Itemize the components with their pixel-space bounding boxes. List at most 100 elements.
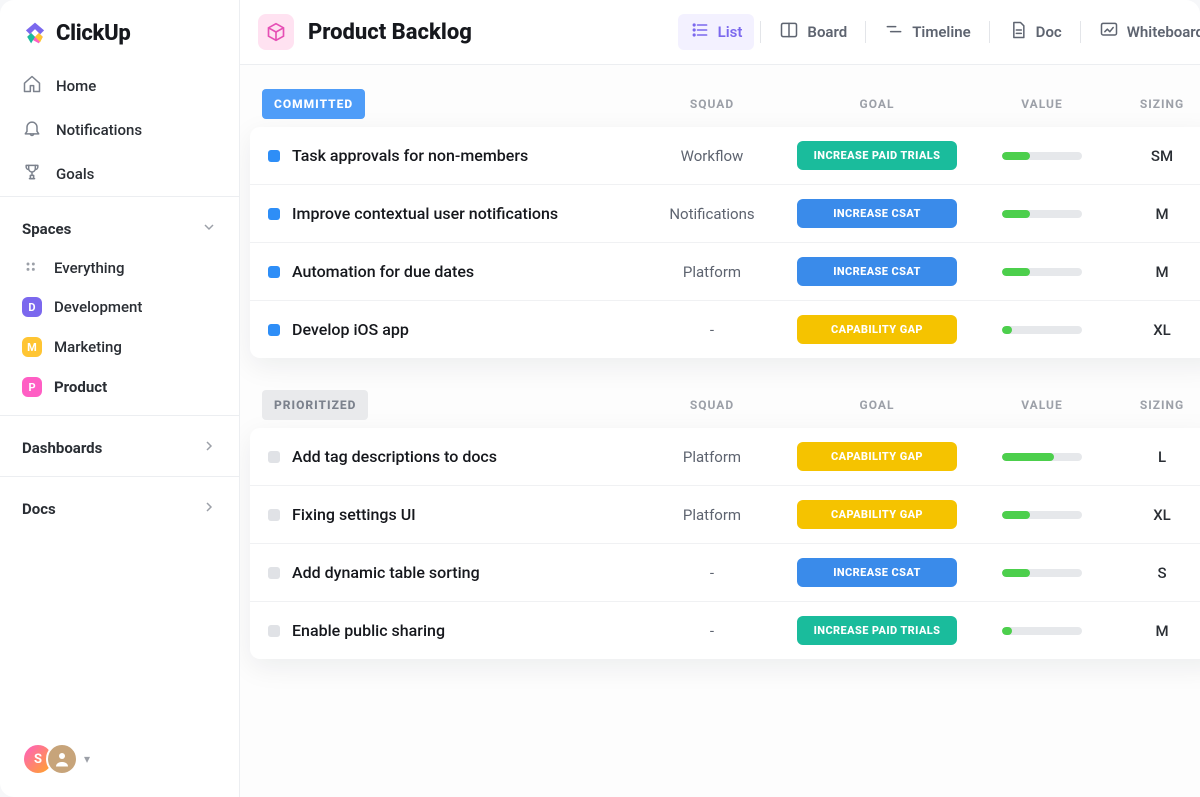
task-row[interactable]: Task approvals for non-members Workflow … <box>250 127 1200 185</box>
goal-badge[interactable]: CAPABILITY GAP <box>797 315 957 344</box>
chevron-right-icon <box>201 499 217 519</box>
caret-down-icon: ▾ <box>84 752 90 766</box>
space-label: Product <box>54 378 107 396</box>
sidebar: ClickUp Home Notifications Goals Spaces Ev… <box>0 0 240 797</box>
col-sizing: SIZING <box>1112 398 1200 412</box>
status-square-icon[interactable] <box>268 509 280 521</box>
nav-label: Home <box>56 77 96 95</box>
view-timeline[interactable]: Timeline <box>872 14 982 50</box>
space-badge: D <box>22 297 42 317</box>
task-size: XL <box>1112 321 1200 339</box>
space-label: Marketing <box>54 338 122 356</box>
task-title: Add tag descriptions to docs <box>292 447 497 466</box>
task-title: Automation for due dates <box>292 262 474 281</box>
task-squad: - <box>642 321 782 339</box>
task-row[interactable]: Add tag descriptions to docs Platform CA… <box>250 428 1200 486</box>
space-badge: M <box>22 337 42 357</box>
space-label: Development <box>54 298 142 316</box>
task-title: Task approvals for non-members <box>292 146 528 165</box>
view-whiteboard[interactable]: Whiteboard <box>1087 14 1200 50</box>
task-size: M <box>1112 622 1200 640</box>
status-square-icon[interactable] <box>268 266 280 278</box>
trophy-icon <box>22 162 42 186</box>
task-title: Enable public sharing <box>292 621 445 640</box>
view-board[interactable]: Board <box>767 14 859 50</box>
task-squad: Notifications <box>642 205 782 223</box>
value-bar <box>972 326 1112 334</box>
space-icon <box>258 14 294 50</box>
spaces-label: Spaces <box>22 220 71 238</box>
group-tag[interactable]: COMMITTED <box>262 89 365 119</box>
task-row[interactable]: Add dynamic table sorting - INCREASE CSA… <box>250 544 1200 602</box>
task-row[interactable]: Fixing settings UI Platform CAPABILITY G… <box>250 486 1200 544</box>
task-title: Develop iOS app <box>292 320 409 339</box>
task-title: Improve contextual user notifications <box>292 204 558 223</box>
view-label: List <box>718 23 743 41</box>
space-product[interactable]: P Product <box>0 367 239 407</box>
goal-badge[interactable]: INCREASE PAID TRIALS <box>797 616 957 645</box>
view-label: Whiteboard <box>1127 23 1200 41</box>
chevron-right-icon <box>201 438 217 458</box>
task-size: S <box>1112 564 1200 582</box>
nav-goals[interactable]: Goals <box>0 152 239 196</box>
task-row[interactable]: Develop iOS app - CAPABILITY GAP XL <box>250 301 1200 358</box>
nav-label: Goals <box>56 165 94 183</box>
bell-icon <box>22 118 42 142</box>
task-squad: Platform <box>642 263 782 281</box>
goal-badge[interactable]: CAPABILITY GAP <box>797 442 957 471</box>
nav-home[interactable]: Home <box>0 64 239 108</box>
task-row[interactable]: Improve contextual user notifications No… <box>250 185 1200 243</box>
task-size: XL <box>1112 506 1200 524</box>
task-size: M <box>1112 205 1200 223</box>
task-row[interactable]: Enable public sharing - INCREASE PAID TR… <box>250 602 1200 659</box>
brand[interactable]: ClickUp <box>0 0 239 64</box>
nav-notifications[interactable]: Notifications <box>0 108 239 152</box>
docs-header[interactable]: Docs <box>0 489 239 529</box>
col-squad: SQUAD <box>642 97 782 111</box>
dashboards-header[interactable]: Dashboards <box>0 428 239 468</box>
task-squad: Platform <box>642 506 782 524</box>
home-icon <box>22 74 42 98</box>
view-label: Timeline <box>912 23 970 41</box>
status-square-icon[interactable] <box>268 451 280 463</box>
col-goal: GOAL <box>782 97 972 111</box>
view-list[interactable]: List <box>678 14 755 50</box>
view-doc[interactable]: Doc <box>996 14 1074 50</box>
view-label: Doc <box>1036 23 1062 41</box>
status-square-icon[interactable] <box>268 208 280 220</box>
space-badge: P <box>22 377 42 397</box>
value-bar <box>972 152 1112 160</box>
goal-badge[interactable]: INCREASE CSAT <box>797 558 957 587</box>
task-squad: Workflow <box>642 147 782 165</box>
status-square-icon[interactable] <box>268 324 280 336</box>
list-icon <box>690 20 710 44</box>
col-sizing: SIZING <box>1112 97 1200 111</box>
docs-label: Docs <box>22 500 56 518</box>
nav-label: Notifications <box>56 121 142 139</box>
whiteboard-icon <box>1099 20 1119 44</box>
space-marketing[interactable]: M Marketing <box>0 327 239 367</box>
task-squad: Platform <box>642 448 782 466</box>
value-bar <box>972 210 1112 218</box>
task-size: L <box>1112 448 1200 466</box>
task-size: SM <box>1112 147 1200 165</box>
col-value: VALUE <box>972 97 1112 111</box>
main: Product Backlog ListBoardTimelineDocWhit… <box>240 0 1200 797</box>
task-squad: - <box>642 564 782 582</box>
sidebar-everything[interactable]: Everything <box>0 249 239 287</box>
chevron-down-icon <box>201 219 217 239</box>
spaces-header[interactable]: Spaces <box>0 209 239 249</box>
goal-badge[interactable]: INCREASE CSAT <box>797 257 957 286</box>
avatar <box>46 743 78 775</box>
task-row[interactable]: Automation for due dates Platform INCREA… <box>250 243 1200 301</box>
goal-badge[interactable]: CAPABILITY GAP <box>797 500 957 529</box>
status-square-icon[interactable] <box>268 567 280 579</box>
content: COMMITTED SQUAD GOAL VALUE SIZING Task a… <box>240 65 1200 797</box>
group-tag[interactable]: PRIORITIZED <box>262 390 368 420</box>
status-square-icon[interactable] <box>268 150 280 162</box>
goal-badge[interactable]: INCREASE PAID TRIALS <box>797 141 957 170</box>
status-square-icon[interactable] <box>268 625 280 637</box>
workspace-avatars[interactable]: S ▾ <box>22 743 90 775</box>
space-development[interactable]: D Development <box>0 287 239 327</box>
goal-badge[interactable]: INCREASE CSAT <box>797 199 957 228</box>
